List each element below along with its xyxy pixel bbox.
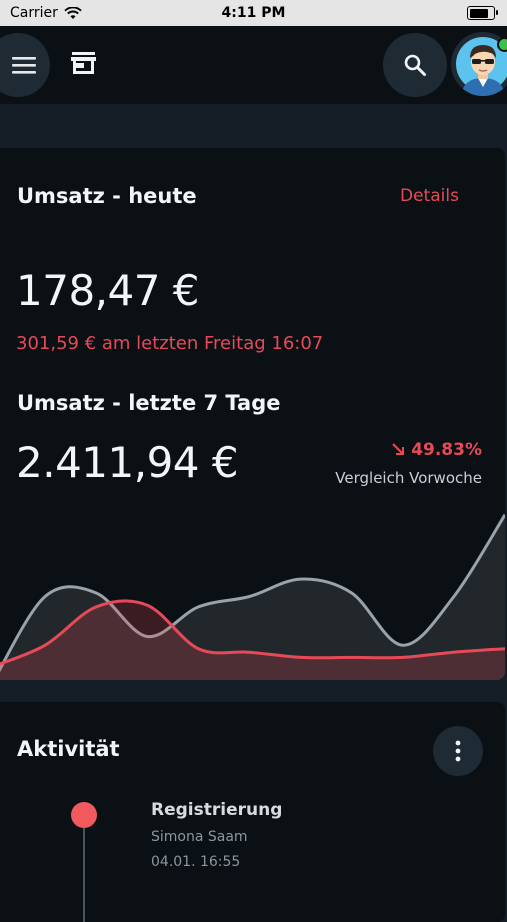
sales-card: Umsatz - heute Details 178,47 € 301,59 €… [0, 148, 505, 680]
store-icon[interactable] [70, 51, 97, 75]
status-bar: Carrier 4:11 PM [0, 0, 507, 26]
details-link[interactable]: Details [400, 186, 459, 206]
activity-item-time: 04.01. 16:55 [151, 854, 241, 870]
sales-week-title: Umsatz - letzte 7 Tage [17, 391, 281, 415]
status-time: 4:11 PM [221, 5, 286, 21]
activity-item-title[interactable]: Registrierung [151, 800, 282, 820]
app-bar [0, 26, 507, 104]
sales-week-change-label: Vergleich Vorwoche [335, 469, 482, 487]
more-options-button[interactable] [433, 726, 483, 776]
timeline-line [83, 828, 85, 922]
sales-week-change-value: 49.83% [411, 440, 482, 460]
menu-icon [12, 57, 36, 74]
sales-chart [0, 513, 505, 680]
arrow-down-right-icon [392, 443, 405, 455]
battery-icon [467, 6, 498, 20]
activity-title: Aktivität [17, 737, 120, 761]
online-status-dot [497, 37, 507, 52]
timeline-dot [71, 802, 97, 828]
search-button[interactable] [383, 33, 447, 97]
activity-card: Aktivität Registrierung Simona Saam 04.0… [0, 702, 505, 922]
activity-item-subtitle: Simona Saam [151, 829, 248, 845]
menu-button[interactable] [0, 33, 50, 97]
more-vertical-icon [455, 740, 461, 762]
sales-today-comparison: 301,59 € am letzten Freitag 16:07 [16, 333, 324, 354]
search-icon [404, 54, 426, 76]
battery-fill [469, 8, 489, 18]
sales-week-change: 49.83% [0, 440, 482, 460]
sales-today-amount: 178,47 € [16, 266, 200, 315]
sales-today-title: Umsatz - heute [17, 184, 197, 208]
